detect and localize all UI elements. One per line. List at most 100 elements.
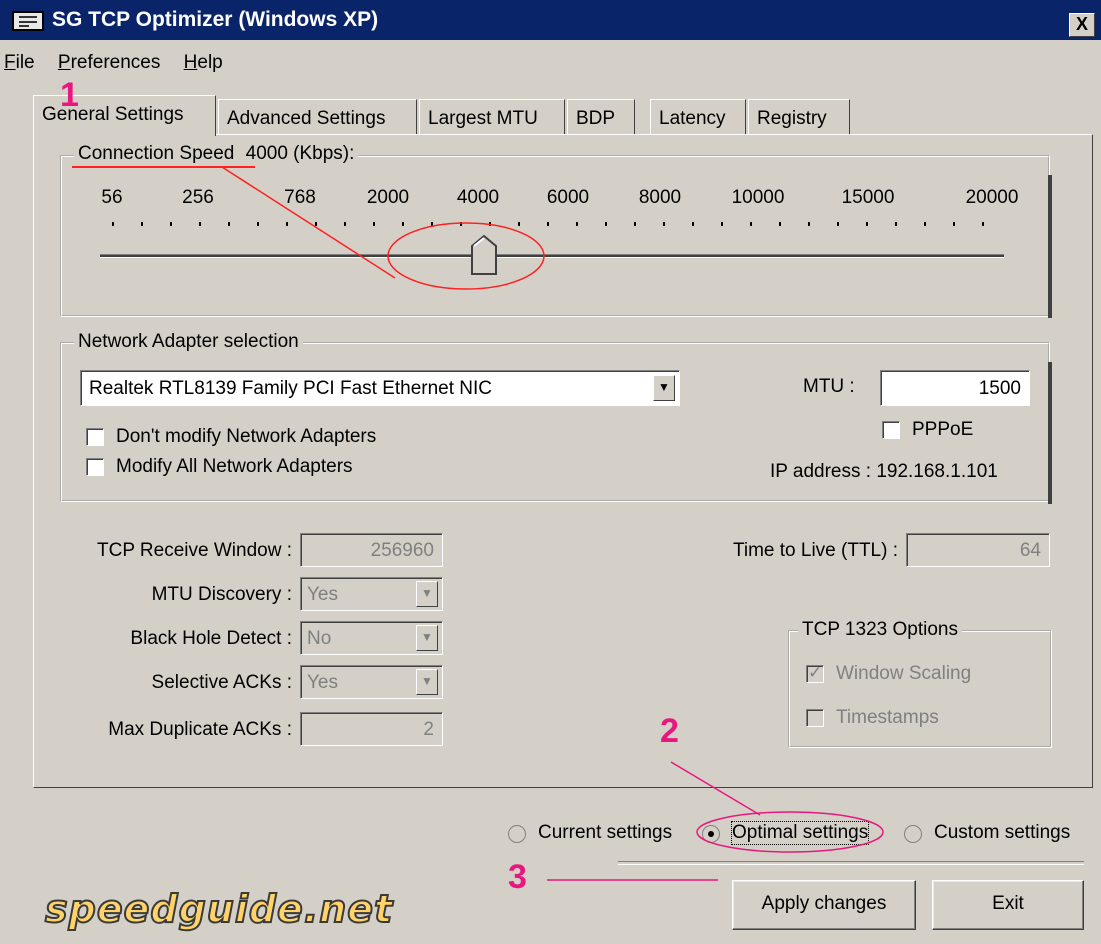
window-title: SG TCP Optimizer (Windows XP) <box>52 8 379 31</box>
scale-tick <box>141 222 143 226</box>
custom-settings-radio[interactable] <box>904 825 922 843</box>
dont-modify-label: Don't modify Network Adapters <box>116 426 377 447</box>
scale-tick <box>547 222 549 226</box>
scale-label: 8000 <box>638 187 682 208</box>
ttl-label: Time to Live (TTL) : <box>732 540 898 561</box>
menu-bar: File Preferences Help <box>4 52 241 74</box>
adapter-selected: Realtek RTL8139 Family PCI Fast Ethernet… <box>89 378 493 399</box>
current-settings-label: Current settings <box>538 822 673 843</box>
tab-label: BDP <box>576 108 616 129</box>
adapter-dropdown[interactable]: Realtek RTL8139 Family PCI Fast Ethernet… <box>80 370 680 406</box>
modify-all-checkbox[interactable] <box>86 458 104 476</box>
rwin-value: 256960 <box>370 540 434 561</box>
scale-tick <box>199 222 201 226</box>
window-scaling-checkbox[interactable]: ✓ <box>806 663 824 683</box>
selective-acks-value: Yes <box>307 672 338 693</box>
connection-speed-label: Connection Speed <box>78 143 235 164</box>
apply-label: Apply changes <box>761 893 887 914</box>
rwin-field[interactable]: 256960 <box>300 533 443 567</box>
scale-tick <box>431 222 433 226</box>
scale-tick <box>808 222 810 226</box>
rwin-label: TCP Receive Window : <box>97 540 292 561</box>
window-scaling-label: Window Scaling <box>836 663 972 684</box>
mtu-label: MTU : <box>803 376 855 397</box>
scale-tick <box>112 222 114 226</box>
tab-bdp[interactable]: BDP <box>567 99 635 135</box>
scale-tick <box>634 222 636 226</box>
tab-largest-mtu[interactable]: Largest MTU <box>419 99 565 135</box>
optimal-settings-label: Optimal settings <box>730 821 870 845</box>
menu-help[interactable]: Help <box>184 52 223 73</box>
scale-tick <box>953 222 955 226</box>
apply-changes-button[interactable]: Apply changes <box>732 880 916 930</box>
selective-acks-label: Selective ACKs : <box>151 672 292 693</box>
scale-tick <box>924 222 926 226</box>
scale-label: 56 <box>101 187 123 208</box>
exit-button[interactable]: Exit <box>932 880 1084 930</box>
tab-label: Largest MTU <box>428 108 538 129</box>
black-hole-select[interactable]: No ▼ <box>300 621 443 655</box>
scale-tick <box>460 222 462 226</box>
timestamps-checkbox[interactable] <box>806 709 824 727</box>
ttl-field[interactable]: 64 <box>906 533 1050 567</box>
scale-label: 6000 <box>546 187 590 208</box>
scale-label: 10000 <box>731 187 785 208</box>
dup-acks-label: Max Duplicate ACKs : <box>108 719 292 740</box>
close-button[interactable]: X <box>1069 13 1095 37</box>
slider-thumb[interactable] <box>470 234 500 278</box>
menu-file[interactable]: File <box>4 52 35 73</box>
scale-tick <box>170 222 172 226</box>
scale-label: 768 <box>284 187 316 208</box>
dont-modify-checkbox[interactable] <box>86 428 104 446</box>
connection-speed-group <box>60 155 1050 317</box>
tab-latency[interactable]: Latency <box>650 99 746 135</box>
annotation-2: 2 <box>660 712 679 750</box>
tab-registry[interactable]: Registry <box>748 99 850 135</box>
selective-acks-select[interactable]: Yes ▼ <box>300 665 443 699</box>
current-settings-radio[interactable] <box>508 825 526 843</box>
optimal-settings-radio[interactable] <box>702 825 720 843</box>
tcp1323-legend: TCP 1323 Options <box>798 619 962 641</box>
slider-track <box>100 254 1004 258</box>
scale-tick <box>402 222 404 226</box>
scale-tick <box>228 222 230 226</box>
pppoe-checkbox[interactable] <box>882 421 900 439</box>
scale-tick <box>692 222 694 226</box>
chevron-down-icon[interactable]: ▼ <box>416 669 438 695</box>
mtu-discovery-select[interactable]: Yes ▼ <box>300 577 443 611</box>
scale-tick <box>518 222 520 226</box>
connection-speed-legend: Connection Speed 4000 (Kbps): <box>74 143 359 165</box>
scale-tick <box>750 222 752 226</box>
scale-tick <box>489 222 491 226</box>
scale-label: 15000 <box>841 187 895 208</box>
dup-acks-field[interactable]: 2 <box>300 712 443 746</box>
divider <box>618 861 1084 865</box>
annotation-3: 3 <box>508 858 527 896</box>
annotation-1: 1 <box>60 76 79 114</box>
menu-preferences[interactable]: Preferences <box>58 52 160 73</box>
chevron-down-icon[interactable]: ▼ <box>653 375 675 401</box>
scale-tick <box>576 222 578 226</box>
chevron-down-icon[interactable]: ▼ <box>416 581 438 607</box>
scale-tick <box>344 222 346 226</box>
scale-tick <box>605 222 607 226</box>
exit-label: Exit <box>992 893 1024 914</box>
scale-tick <box>373 222 375 226</box>
tab-advanced-settings[interactable]: Advanced Settings <box>218 99 417 135</box>
mtu-input[interactable]: 1500 <box>880 370 1030 406</box>
scale-tick <box>286 222 288 226</box>
ip-address: IP address : 192.168.1.101 <box>770 461 998 482</box>
scale-tick <box>866 222 868 226</box>
app-icon <box>12 11 44 31</box>
mtu-discovery-label: MTU Discovery : <box>151 584 292 605</box>
scale-tick <box>982 222 984 226</box>
modify-all-label: Modify All Network Adapters <box>116 456 353 477</box>
scale-tick <box>837 222 839 226</box>
ttl-value: 64 <box>1019 540 1041 561</box>
scale-tick <box>315 222 317 226</box>
chevron-down-icon[interactable]: ▼ <box>416 625 438 651</box>
scale-tick <box>895 222 897 226</box>
black-hole-value: No <box>307 628 332 649</box>
mtu-discovery-value: Yes <box>307 584 338 605</box>
custom-settings-label: Custom settings <box>934 822 1071 843</box>
